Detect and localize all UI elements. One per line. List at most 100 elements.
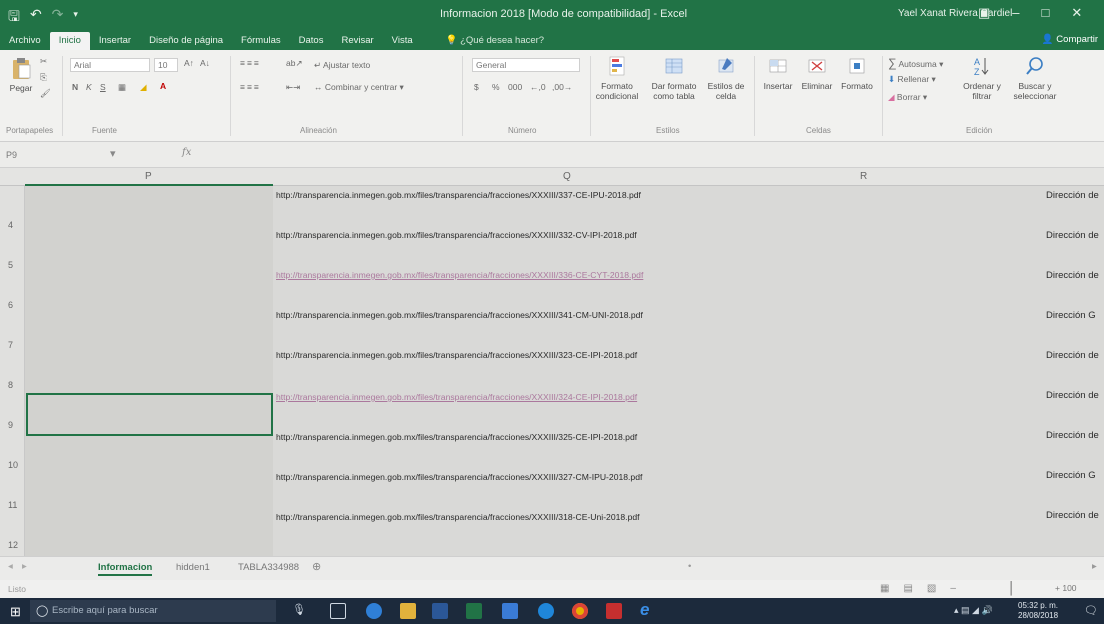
currency-button[interactable]: $ bbox=[474, 82, 479, 92]
hyperlink-cell[interactable]: http://transparencia.inmegen.gob.mx/file… bbox=[276, 472, 642, 482]
file-explorer-icon[interactable] bbox=[400, 603, 416, 619]
paste-button[interactable]: Pegar bbox=[6, 56, 36, 93]
tab-datos[interactable]: Datos bbox=[290, 32, 333, 50]
redo-icon[interactable]: ↷ bbox=[52, 6, 64, 30]
row-header[interactable]: 8 bbox=[8, 380, 13, 390]
font-size-combo[interactable]: 10 bbox=[154, 58, 178, 72]
indent-icon[interactable]: ⇤⇥ bbox=[286, 82, 300, 93]
shrink-font-icon[interactable]: A↓ bbox=[200, 58, 210, 68]
text-cell[interactable]: Dirección de bbox=[1046, 350, 1099, 361]
row-header[interactable]: 7 bbox=[8, 340, 13, 350]
sort-filter-button[interactable]: AZ Ordenar y filtrar bbox=[960, 54, 1004, 101]
undo-icon[interactable]: ↶ bbox=[30, 6, 42, 30]
tab-insertar[interactable]: Insertar bbox=[90, 32, 140, 50]
row-header[interactable]: 4 bbox=[8, 220, 13, 230]
text-cell[interactable]: Dirección G bbox=[1046, 470, 1096, 481]
tell-me-search[interactable]: 💡 ¿Qué desea hacer? bbox=[422, 32, 553, 50]
format-painter-icon[interactable]: 🖌 bbox=[40, 88, 51, 99]
insert-function-icon[interactable]: fx bbox=[182, 147, 191, 158]
sheet-tab-hidden1[interactable]: hidden1 bbox=[176, 562, 210, 573]
name-box-dropdown-icon[interactable]: ▾ bbox=[110, 147, 116, 160]
font-color-icon[interactable]: A bbox=[160, 81, 166, 91]
orientation-icon[interactable]: ab↗ bbox=[286, 58, 303, 69]
thousands-button[interactable]: 000 bbox=[508, 82, 522, 92]
minimize-icon[interactable]: – bbox=[1012, 5, 1019, 21]
windows-start-icon[interactable]: ⊞ bbox=[10, 604, 21, 620]
hyperlink-cell[interactable]: http://transparencia.inmegen.gob.mx/file… bbox=[276, 350, 637, 360]
page-layout-view-icon[interactable]: ▤ bbox=[903, 583, 912, 594]
sheet-tab-informacion[interactable]: Informacion bbox=[98, 562, 153, 576]
text-cell[interactable]: Dirección de bbox=[1046, 390, 1099, 401]
find-select-button[interactable]: Buscar y seleccionar bbox=[1006, 54, 1064, 101]
worksheet-grid[interactable]: P Q R 4 5 6 7 8 9 10 11 12 http://transp… bbox=[0, 168, 1104, 556]
zoom-out-icon[interactable]: – bbox=[950, 583, 956, 594]
zoom-level[interactable]: + 100 bbox=[1055, 583, 1077, 593]
grow-font-icon[interactable]: A↑ bbox=[184, 58, 194, 68]
merge-center-button[interactable]: ↔ Combinar y centrar ▾ bbox=[314, 82, 404, 93]
cell-styles-button[interactable]: Estilos de celda bbox=[704, 54, 748, 101]
sheet-tab-tabla334988[interactable]: TABLA334988 bbox=[238, 562, 299, 573]
text-cell[interactable]: Dirección de bbox=[1046, 270, 1099, 281]
formula-input[interactable] bbox=[205, 146, 1085, 164]
tab-formulas[interactable]: Fórmulas bbox=[232, 32, 290, 50]
decrease-decimal-icon[interactable]: ,00→ bbox=[552, 82, 572, 92]
task-view-icon[interactable] bbox=[330, 603, 346, 619]
underline-button[interactable]: S bbox=[100, 82, 106, 92]
page-break-view-icon[interactable]: ▧ bbox=[927, 583, 936, 594]
row-header[interactable]: 9 bbox=[8, 420, 13, 430]
borders-icon[interactable]: ▦ bbox=[118, 82, 126, 93]
horizontal-align-icon[interactable]: ≡≡≡ bbox=[240, 82, 261, 92]
hyperlink-cell[interactable]: http://transparencia.inmegen.gob.mx/file… bbox=[276, 190, 641, 200]
copy-icon[interactable]: ⎘ bbox=[40, 72, 47, 83]
name-box[interactable]: P9 bbox=[6, 147, 76, 163]
save-icon[interactable]: 🖫 bbox=[8, 6, 20, 30]
column-header-p[interactable]: P bbox=[145, 171, 152, 182]
hyperlink-cell[interactable]: http://transparencia.inmegen.gob.mx/file… bbox=[276, 230, 637, 240]
close-icon[interactable]: ✕ bbox=[1071, 5, 1082, 21]
acrobat-icon[interactable] bbox=[606, 603, 622, 619]
conditional-format-button[interactable]: Formato condicional bbox=[592, 54, 642, 101]
word-icon[interactable] bbox=[432, 603, 448, 619]
edge-browser-icon[interactable] bbox=[366, 603, 382, 619]
tab-inicio[interactable]: Inicio bbox=[49, 32, 90, 50]
share-button[interactable]: 👤 Compartir bbox=[1042, 34, 1098, 45]
clear-button[interactable]: ◢ Borrar ▾ bbox=[888, 92, 927, 103]
add-sheet-icon[interactable]: ⊕ bbox=[312, 560, 321, 573]
percent-button[interactable]: % bbox=[492, 82, 500, 92]
text-cell[interactable]: Dirección de bbox=[1046, 230, 1099, 241]
text-cell[interactable]: Dirección de bbox=[1046, 430, 1099, 441]
taskbar-search[interactable]: ◯ Escribe aquí para buscar bbox=[30, 600, 276, 622]
increase-decimal-icon[interactable]: ←,0 bbox=[530, 82, 546, 92]
maximize-icon[interactable]: □ bbox=[1042, 5, 1050, 21]
system-tray[interactable]: ▴ ▤ ◢ 🔊 bbox=[954, 605, 993, 616]
hyperlink-cell[interactable]: http://transparencia.inmegen.gob.mx/file… bbox=[276, 270, 643, 280]
fill-color-icon[interactable]: ◢ bbox=[140, 82, 147, 93]
tab-revisar[interactable]: Revisar bbox=[332, 32, 382, 50]
row-header[interactable]: 11 bbox=[8, 500, 17, 510]
text-cell[interactable]: Dirección de bbox=[1046, 510, 1099, 521]
hyperlink-cell[interactable]: http://transparencia.inmegen.gob.mx/file… bbox=[276, 432, 637, 442]
cut-icon[interactable]: ✂ bbox=[40, 56, 47, 67]
ribbon-display-icon[interactable]: ▣ bbox=[978, 5, 990, 21]
text-cell[interactable]: Dirección de bbox=[1046, 190, 1099, 201]
scroll-tabs-right-icon[interactable]: ▸ bbox=[22, 561, 27, 572]
format-cells-button[interactable]: Formato bbox=[838, 54, 876, 91]
taskbar-clock[interactable]: 05:32 p. m. 28/08/2018 bbox=[1018, 601, 1058, 621]
column-header-q[interactable]: Q bbox=[563, 171, 571, 182]
row-header[interactable]: 5 bbox=[8, 260, 13, 270]
skype-icon[interactable] bbox=[538, 603, 554, 619]
row-header[interactable]: 12 bbox=[8, 540, 18, 550]
excel-icon[interactable] bbox=[466, 603, 482, 619]
notifications-icon[interactable]: 🗨 bbox=[1084, 604, 1098, 617]
column-p-cells[interactable] bbox=[25, 186, 273, 556]
outlook-icon[interactable] bbox=[502, 603, 518, 619]
insert-cells-button[interactable]: Insertar bbox=[760, 54, 796, 91]
hyperlink-cell[interactable]: http://transparencia.inmegen.gob.mx/file… bbox=[276, 512, 640, 522]
hyperlink-cell[interactable]: http://transparencia.inmegen.gob.mx/file… bbox=[276, 310, 643, 320]
text-cell[interactable]: Dirección G bbox=[1046, 310, 1096, 321]
tab-vista[interactable]: Vista bbox=[383, 32, 422, 50]
customize-toolbar-icon[interactable]: ▾ bbox=[73, 9, 78, 30]
format-as-table-button[interactable]: Dar formato como tabla bbox=[646, 54, 702, 101]
internet-explorer-icon[interactable]: e bbox=[640, 600, 656, 619]
row-header[interactable]: 6 bbox=[8, 300, 13, 310]
